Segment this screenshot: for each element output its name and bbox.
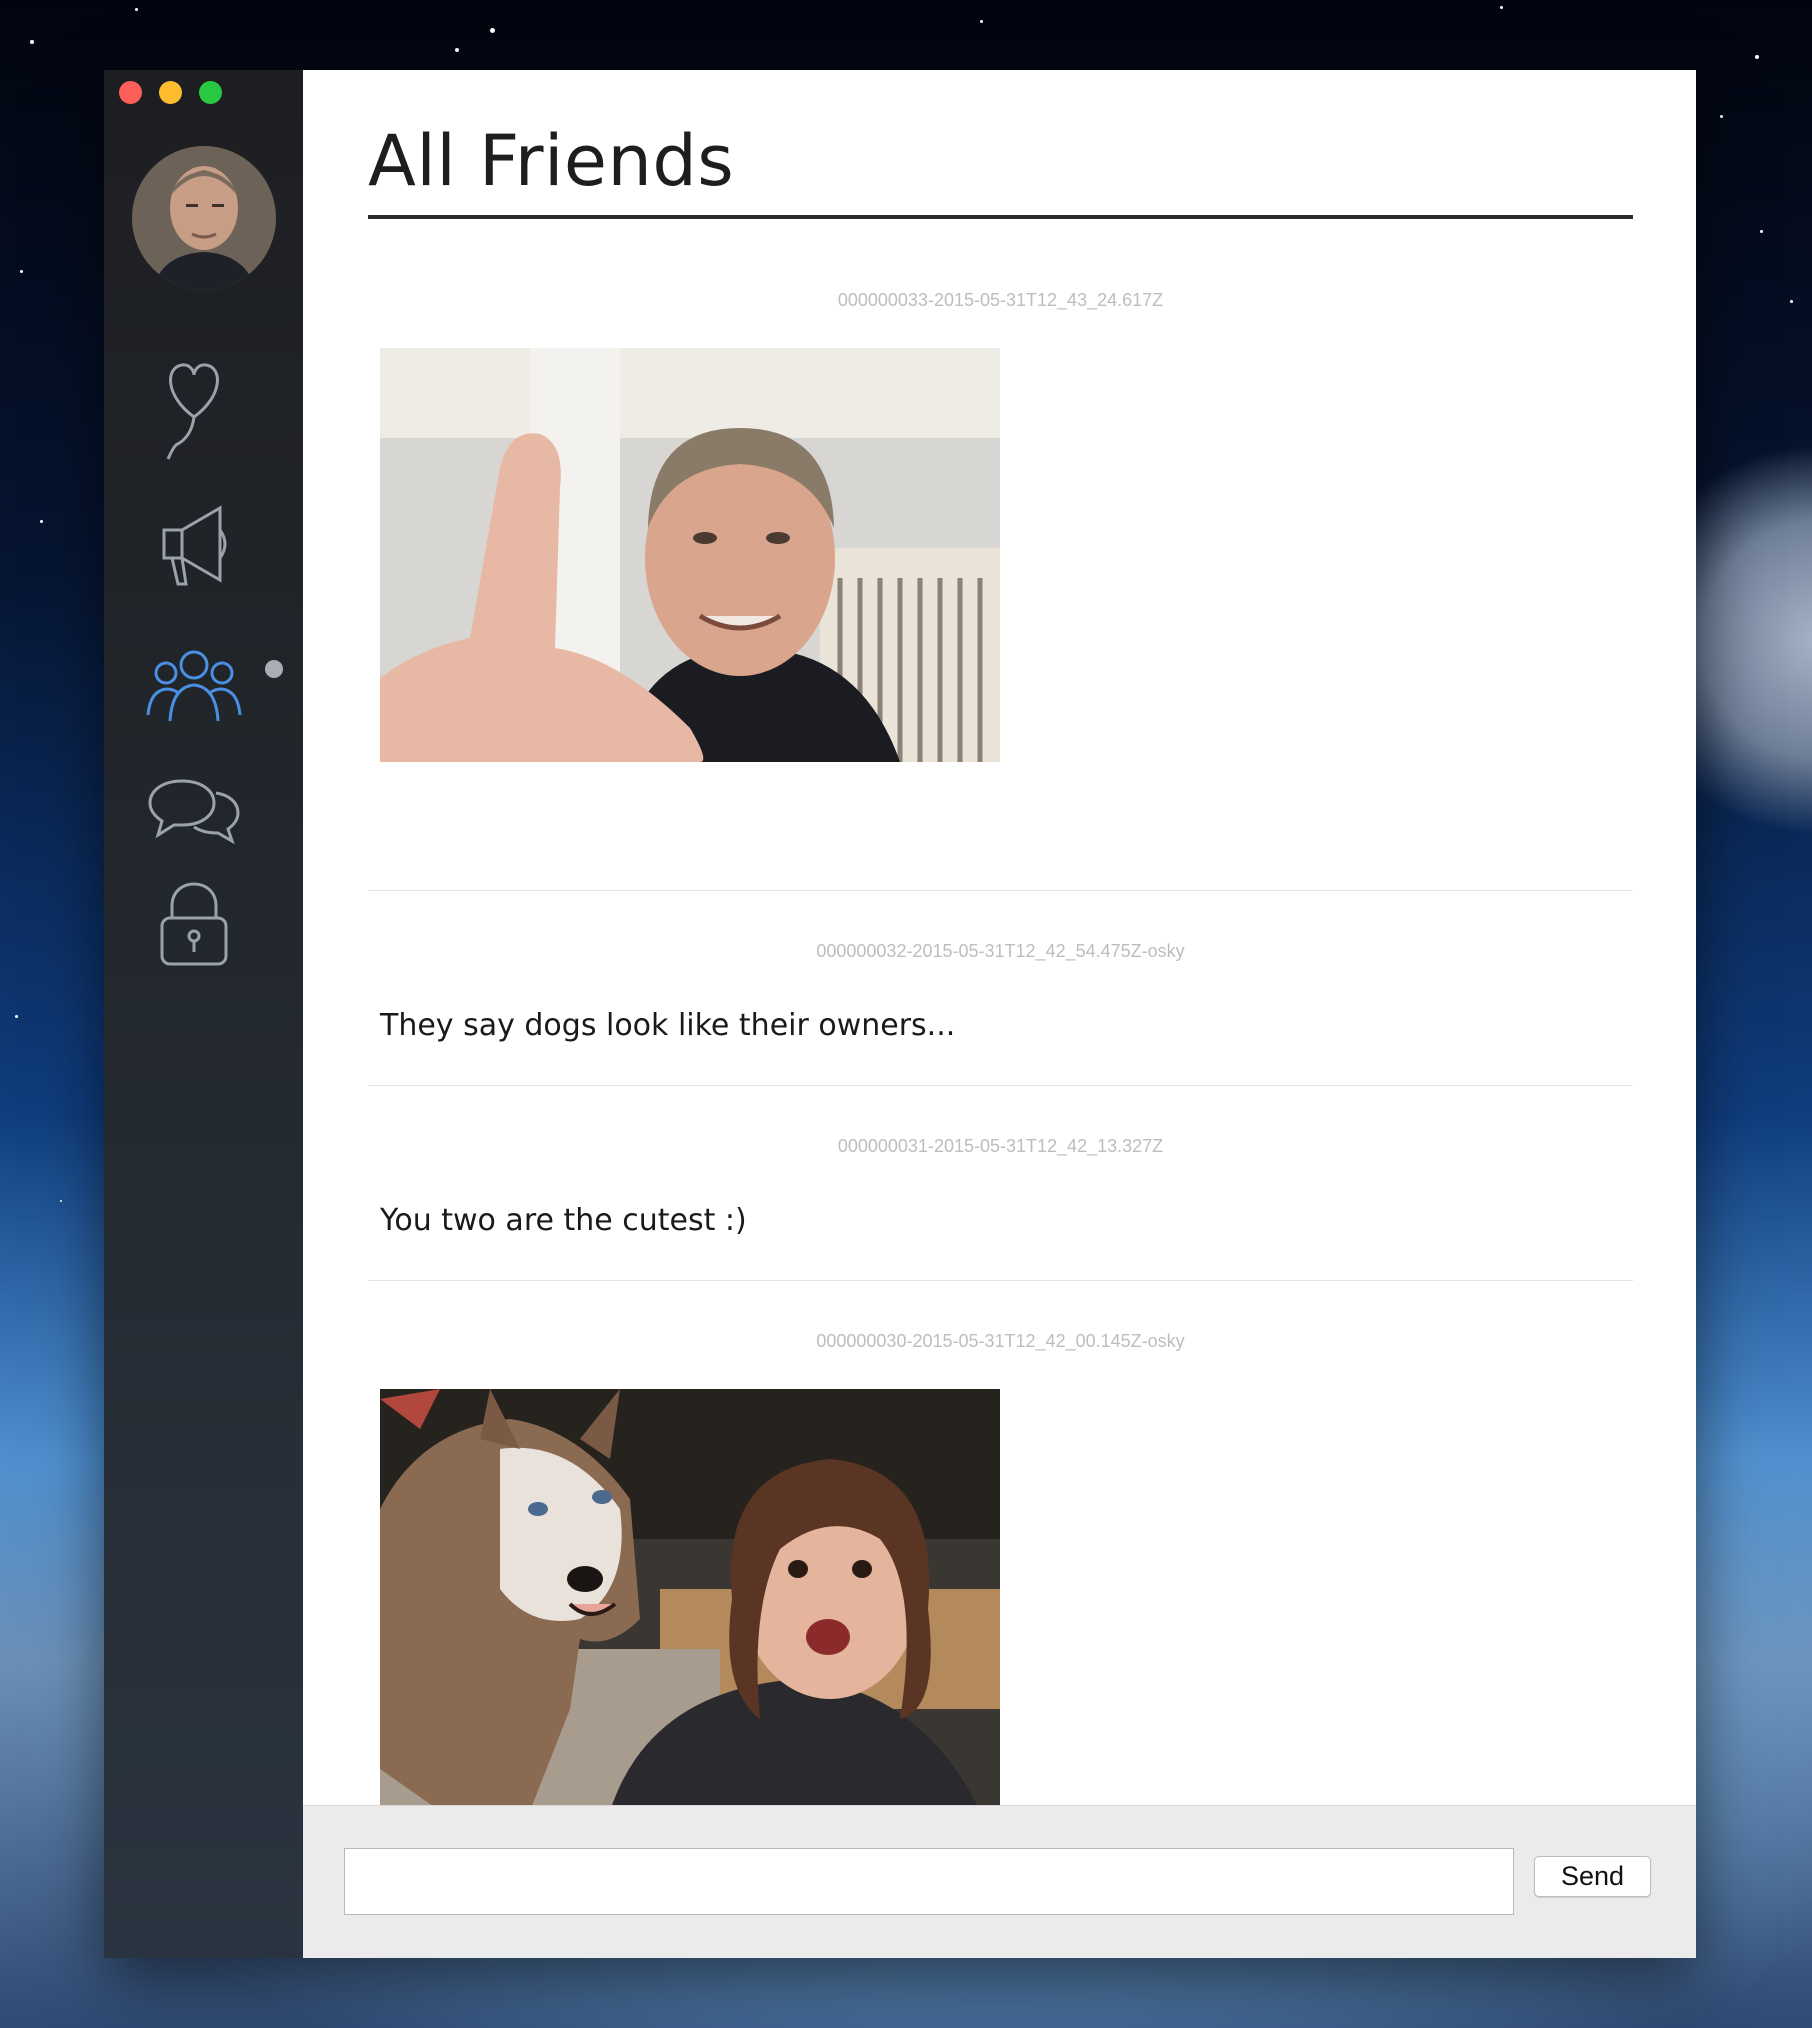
lock-icon	[160, 882, 228, 966]
nav-favorites[interactable]	[144, 360, 244, 460]
message-feed[interactable]: 000000033-2015-05-31T12_43_24.617Z 00000…	[368, 240, 1633, 1854]
photo-man-thumbs-up[interactable]	[380, 348, 1000, 762]
close-window-button[interactable]	[119, 81, 142, 104]
title-divider	[368, 215, 1633, 219]
heart-balloon-icon	[166, 363, 219, 460]
message-id: 000000033-2015-05-31T12_43_24.617Z	[837, 290, 1164, 310]
nav-announcements[interactable]	[144, 495, 244, 595]
composer-bar: Send	[303, 1805, 1696, 1958]
message-id: 000000032-2015-05-31T12_42_54.475Z-osky	[816, 941, 1185, 961]
page-title: All Friends	[368, 120, 735, 202]
message-item: 000000033-2015-05-31T12_43_24.617Z	[368, 240, 1633, 891]
sidebar	[104, 70, 303, 1958]
user-avatar[interactable]	[132, 146, 276, 290]
nav-messages[interactable]	[144, 760, 244, 860]
maximize-window-button[interactable]	[199, 81, 222, 104]
message-input[interactable]	[344, 1848, 1514, 1915]
nav-friends[interactable]	[144, 635, 244, 735]
message-item: 000000030-2015-05-31T12_42_00.145Z-osky	[368, 1281, 1633, 1854]
unread-indicator	[265, 660, 283, 678]
message-text: You two are the cutest :)	[380, 1203, 747, 1238]
message-id: 000000031-2015-05-31T12_42_13.327Z	[837, 1136, 1164, 1156]
minimize-window-button[interactable]	[159, 81, 182, 104]
megaphone-icon	[162, 505, 227, 586]
friends-group-icon	[146, 650, 242, 722]
message-id: 000000030-2015-05-31T12_42_00.145Z-osky	[816, 1331, 1185, 1351]
message-text: They say dogs look like their owners...	[380, 1008, 956, 1043]
app-window: All Friends 000000033-2015-05-31T12_43_2…	[104, 70, 1696, 1958]
message-item: 000000031-2015-05-31T12_42_13.327Z You t…	[368, 1086, 1633, 1281]
message-item: 000000032-2015-05-31T12_42_54.475Z-osky …	[368, 891, 1633, 1086]
send-button[interactable]: Send	[1534, 1856, 1651, 1897]
chat-bubbles-icon	[148, 779, 240, 845]
main-panel: All Friends 000000033-2015-05-31T12_43_2…	[303, 70, 1696, 1958]
photo-husky-and-woman[interactable]	[380, 1389, 1000, 1811]
nav-lock[interactable]	[144, 875, 244, 975]
